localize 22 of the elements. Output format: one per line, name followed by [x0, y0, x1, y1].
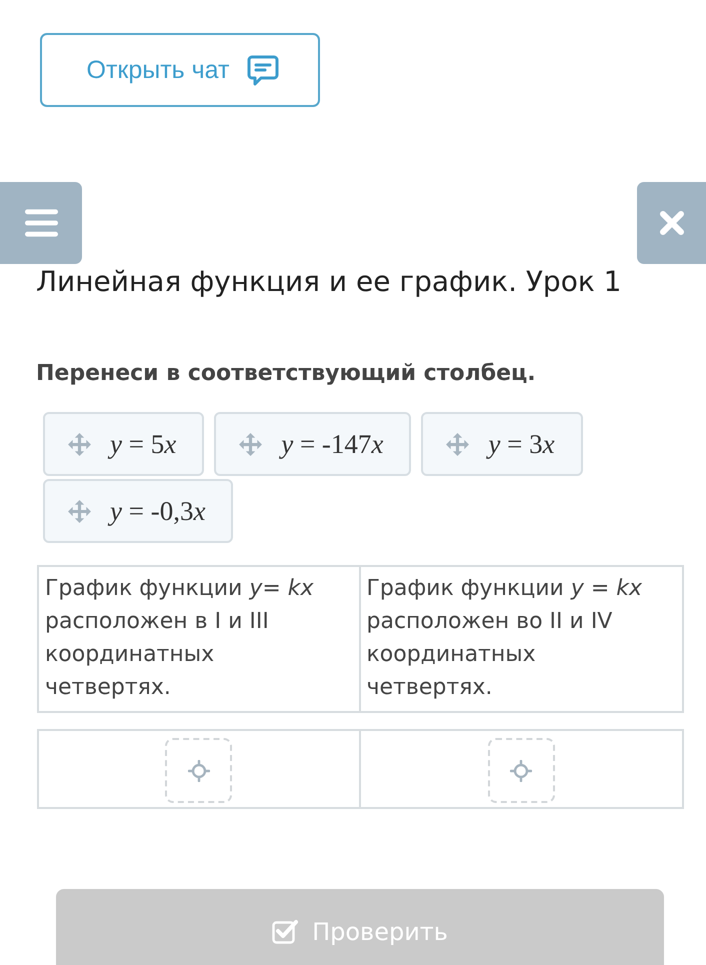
- draggable-card[interactable]: y = 3x: [421, 412, 583, 476]
- crosshair-icon: [188, 760, 210, 782]
- checked-box-icon: [272, 919, 298, 945]
- menu-icon: [24, 209, 58, 237]
- close-button[interactable]: [637, 182, 706, 264]
- move-icon: [67, 498, 92, 524]
- crosshair-icon: [510, 760, 532, 782]
- close-icon: [658, 210, 684, 236]
- menu-button[interactable]: [0, 182, 82, 264]
- lesson-title: Линейная функция и ее график. Урок 1: [36, 264, 622, 300]
- draggable-card[interactable]: y = 5x: [43, 412, 204, 476]
- column-heading: График функции y= kx расположен в I и III координатных четвертях.: [37, 565, 360, 713]
- draggable-card[interactable]: y = -147x: [214, 412, 412, 476]
- move-icon: [445, 432, 470, 456]
- column-heading: График функции y = kx расположен во II и IV координатных четвертях.: [360, 565, 684, 713]
- move-icon: [238, 432, 264, 456]
- drop-zone[interactable]: [488, 738, 555, 803]
- task-instruction: Перенеси в соответствующий столбец.: [36, 360, 537, 388]
- draggable-card[interactable]: y = -0,3x: [43, 479, 234, 543]
- drop-zone[interactable]: [165, 738, 232, 803]
- move-icon: [67, 432, 92, 456]
- chat-icon: [247, 54, 280, 86]
